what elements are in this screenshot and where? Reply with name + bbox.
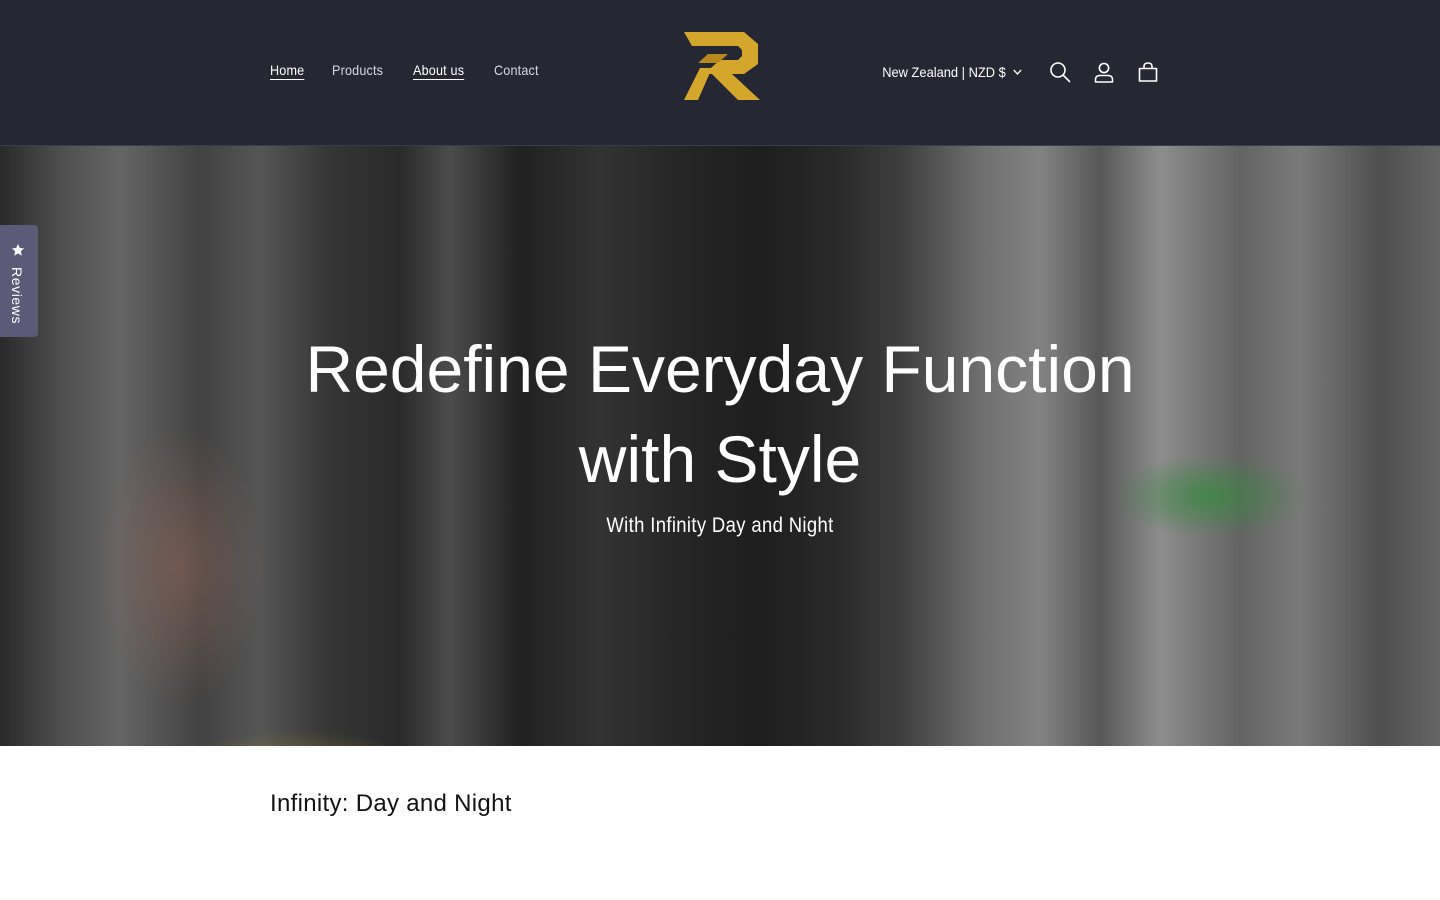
reviews-tab-label: Reviews	[9, 267, 25, 325]
nav-link-home[interactable]: Home	[270, 62, 304, 78]
region-selector-label: New Zealand | NZD $	[881, 64, 1006, 80]
brand-logo[interactable]	[678, 30, 762, 102]
nav-link-products[interactable]: Products	[332, 62, 383, 78]
search-icon	[1050, 62, 1071, 83]
chevron-down-icon	[1013, 69, 1022, 75]
hero-title-line-1: Redefine Everyday Function	[305, 332, 1135, 406]
hero-title-line-2: with Style	[578, 422, 862, 496]
reviews-tab[interactable]: Reviews	[0, 225, 38, 337]
search-button[interactable]	[1038, 50, 1082, 94]
header-actions: New Zealand | NZD $	[870, 50, 1170, 94]
hero-subtitle: With Infinity Day and Night	[606, 514, 834, 537]
star-icon	[11, 243, 25, 256]
main-nav: Home Products About us Contact	[270, 62, 568, 78]
cart-icon	[1138, 62, 1158, 82]
nav-link-contact[interactable]: Contact	[494, 62, 539, 78]
section-title: Infinity: Day and Night	[270, 790, 512, 817]
region-selector[interactable]: New Zealand | NZD $	[882, 64, 1022, 80]
account-button[interactable]	[1082, 50, 1126, 94]
logo-icon	[684, 32, 760, 100]
hero-title: Redefine Everyday Function with Style	[0, 324, 1440, 504]
cart-button[interactable]	[1126, 50, 1170, 94]
hero-banner: Redefine Everyday Function with Style Wi…	[0, 146, 1440, 746]
site-header: Home Products About us Contact New Zeala…	[0, 0, 1440, 146]
nav-link-about-us[interactable]: About us	[413, 62, 464, 78]
account-icon	[1094, 62, 1114, 83]
